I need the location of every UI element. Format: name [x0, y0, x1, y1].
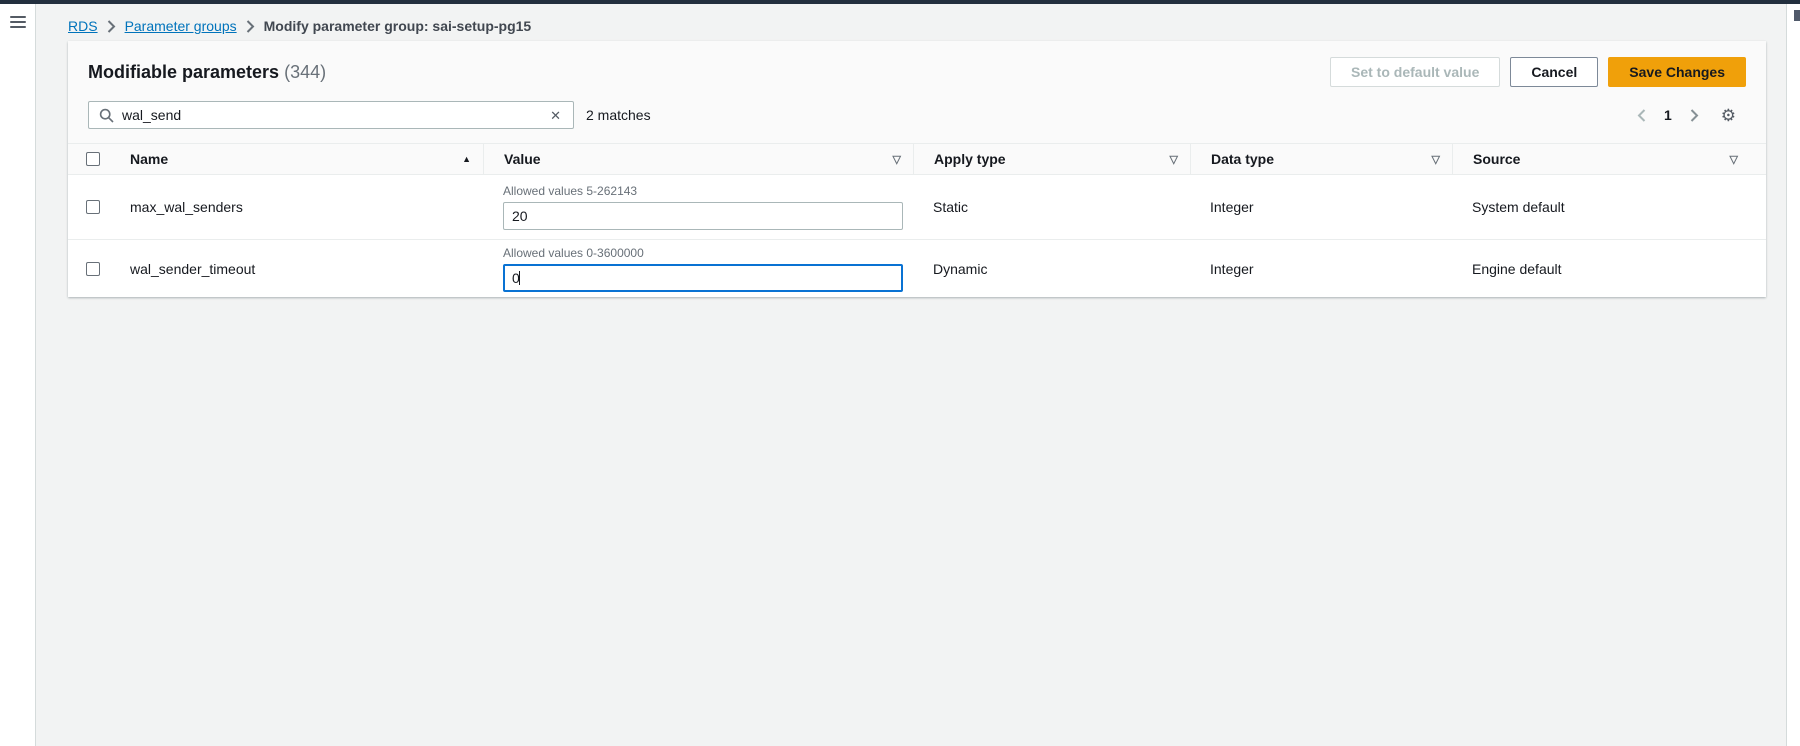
breadcrumb-link-rds[interactable]: RDS — [68, 18, 98, 34]
value-cell: Allowed values 5-262143 — [483, 184, 913, 230]
modifiable-parameters-card: Modifiable parameters (344) Set to defau… — [68, 41, 1766, 297]
page-number[interactable]: 1 — [1664, 107, 1672, 123]
tools-panel-icon — [1794, 10, 1800, 21]
parameter-value-input-focused[interactable] — [503, 264, 903, 292]
chevron-right-icon — [107, 20, 116, 33]
clear-search-icon[interactable]: ✕ — [548, 107, 563, 124]
table-header-row: Name ▲ Value ▽ Apply type ▽ Data type ▽ … — [68, 144, 1766, 175]
select-all-cell — [68, 144, 110, 174]
header-actions: Set to default value Cancel Save Changes — [1330, 57, 1746, 87]
column-header-value: Value ▽ — [483, 144, 913, 174]
column-header-apply-type: Apply type ▽ — [913, 144, 1190, 174]
row-checkbox[interactable] — [86, 262, 100, 276]
parameter-value-input[interactable] — [503, 202, 903, 230]
allowed-values-hint: Allowed values 0-3600000 — [503, 246, 893, 260]
filter-icon[interactable]: ▽ — [1432, 153, 1440, 166]
text-cursor — [519, 271, 520, 285]
table-toolbar: ✕ 2 matches 1 ⚙ — [88, 101, 1746, 129]
set-to-default-button[interactable]: Set to default value — [1330, 57, 1500, 87]
cancel-button[interactable]: Cancel — [1510, 57, 1598, 87]
collapsed-sidebar — [0, 4, 36, 746]
breadcrumb-current: Modify parameter group: sai-setup-pg15 — [264, 18, 532, 34]
previous-page-icon[interactable] — [1637, 109, 1646, 122]
match-count-label: 2 matches — [586, 107, 651, 123]
search-icon — [99, 108, 114, 123]
settings-gear-icon[interactable]: ⚙ — [1721, 107, 1736, 124]
parameter-name: wal_sender_timeout — [110, 261, 483, 277]
value-cell: Allowed values 0-3600000 — [483, 246, 913, 292]
select-all-checkbox[interactable] — [86, 152, 100, 166]
column-header-source: Source ▽ — [1452, 144, 1766, 174]
next-page-icon[interactable] — [1690, 109, 1699, 122]
column-header-data-type: Data type ▽ — [1190, 144, 1452, 174]
source-cell: System default — [1452, 199, 1766, 215]
pagination: 1 ⚙ — [1637, 107, 1736, 124]
parameter-count: (344) — [284, 62, 326, 82]
save-changes-button[interactable]: Save Changes — [1608, 57, 1746, 87]
source-cell: Engine default — [1452, 261, 1766, 277]
sort-ascending-icon[interactable]: ▲ — [462, 154, 471, 164]
apply-type-cell: Dynamic — [913, 261, 1190, 277]
rds-console-screen: RDS Parameter groups Modify parameter gr… — [0, 0, 1800, 746]
main-content: RDS Parameter groups Modify parameter gr… — [36, 4, 1786, 746]
card-header: Modifiable parameters (344) Set to defau… — [68, 41, 1766, 144]
table-row: wal_sender_timeout Allowed values 0-3600… — [68, 239, 1766, 297]
breadcrumb: RDS Parameter groups Modify parameter gr… — [68, 18, 1786, 34]
breadcrumb-link-parameter-groups[interactable]: Parameter groups — [125, 18, 237, 34]
data-type-cell: Integer — [1190, 261, 1452, 277]
column-header-name[interactable]: Name ▲ — [110, 144, 483, 174]
chevron-right-icon — [246, 20, 255, 33]
allowed-values-hint: Allowed values 5-262143 — [503, 184, 893, 198]
row-checkbox[interactable] — [86, 200, 100, 214]
filter-icon[interactable]: ▽ — [893, 153, 901, 166]
collapsed-tools-panel[interactable] — [1786, 4, 1800, 746]
table-row: max_wal_senders Allowed values 5-262143 … — [68, 175, 1766, 239]
filter-icon[interactable]: ▽ — [1170, 153, 1178, 166]
filter-search-box[interactable]: ✕ — [88, 101, 574, 129]
top-nav-strip — [0, 0, 1800, 4]
parameter-name: max_wal_senders — [110, 199, 483, 215]
apply-type-cell: Static — [913, 199, 1190, 215]
search-input[interactable] — [122, 107, 548, 123]
data-type-cell: Integer — [1190, 199, 1452, 215]
filter-icon[interactable]: ▽ — [1730, 153, 1738, 166]
hamburger-menu-icon[interactable] — [10, 16, 26, 28]
page-title: Modifiable parameters (344) — [88, 62, 326, 83]
